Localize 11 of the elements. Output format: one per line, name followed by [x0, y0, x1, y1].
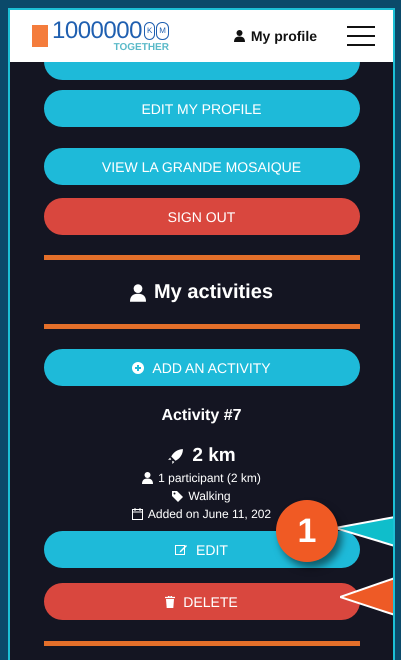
logo-number: 1000000 — [52, 19, 142, 43]
logo-letter: K — [144, 22, 156, 40]
activity-title: Activity #7 — [161, 407, 242, 425]
participant-count: 1 participant (2 km) — [158, 471, 261, 485]
added-date: Added on June 11, 202 — [148, 507, 272, 521]
section-title: My activities — [154, 281, 273, 304]
logo-tagline: TOGETHER — [114, 43, 169, 53]
logo-letter: M — [156, 22, 169, 40]
step-badge: 1 — [276, 500, 338, 562]
activity-type: Walking — [188, 489, 231, 503]
activity-distance: 2 km — [192, 445, 236, 467]
